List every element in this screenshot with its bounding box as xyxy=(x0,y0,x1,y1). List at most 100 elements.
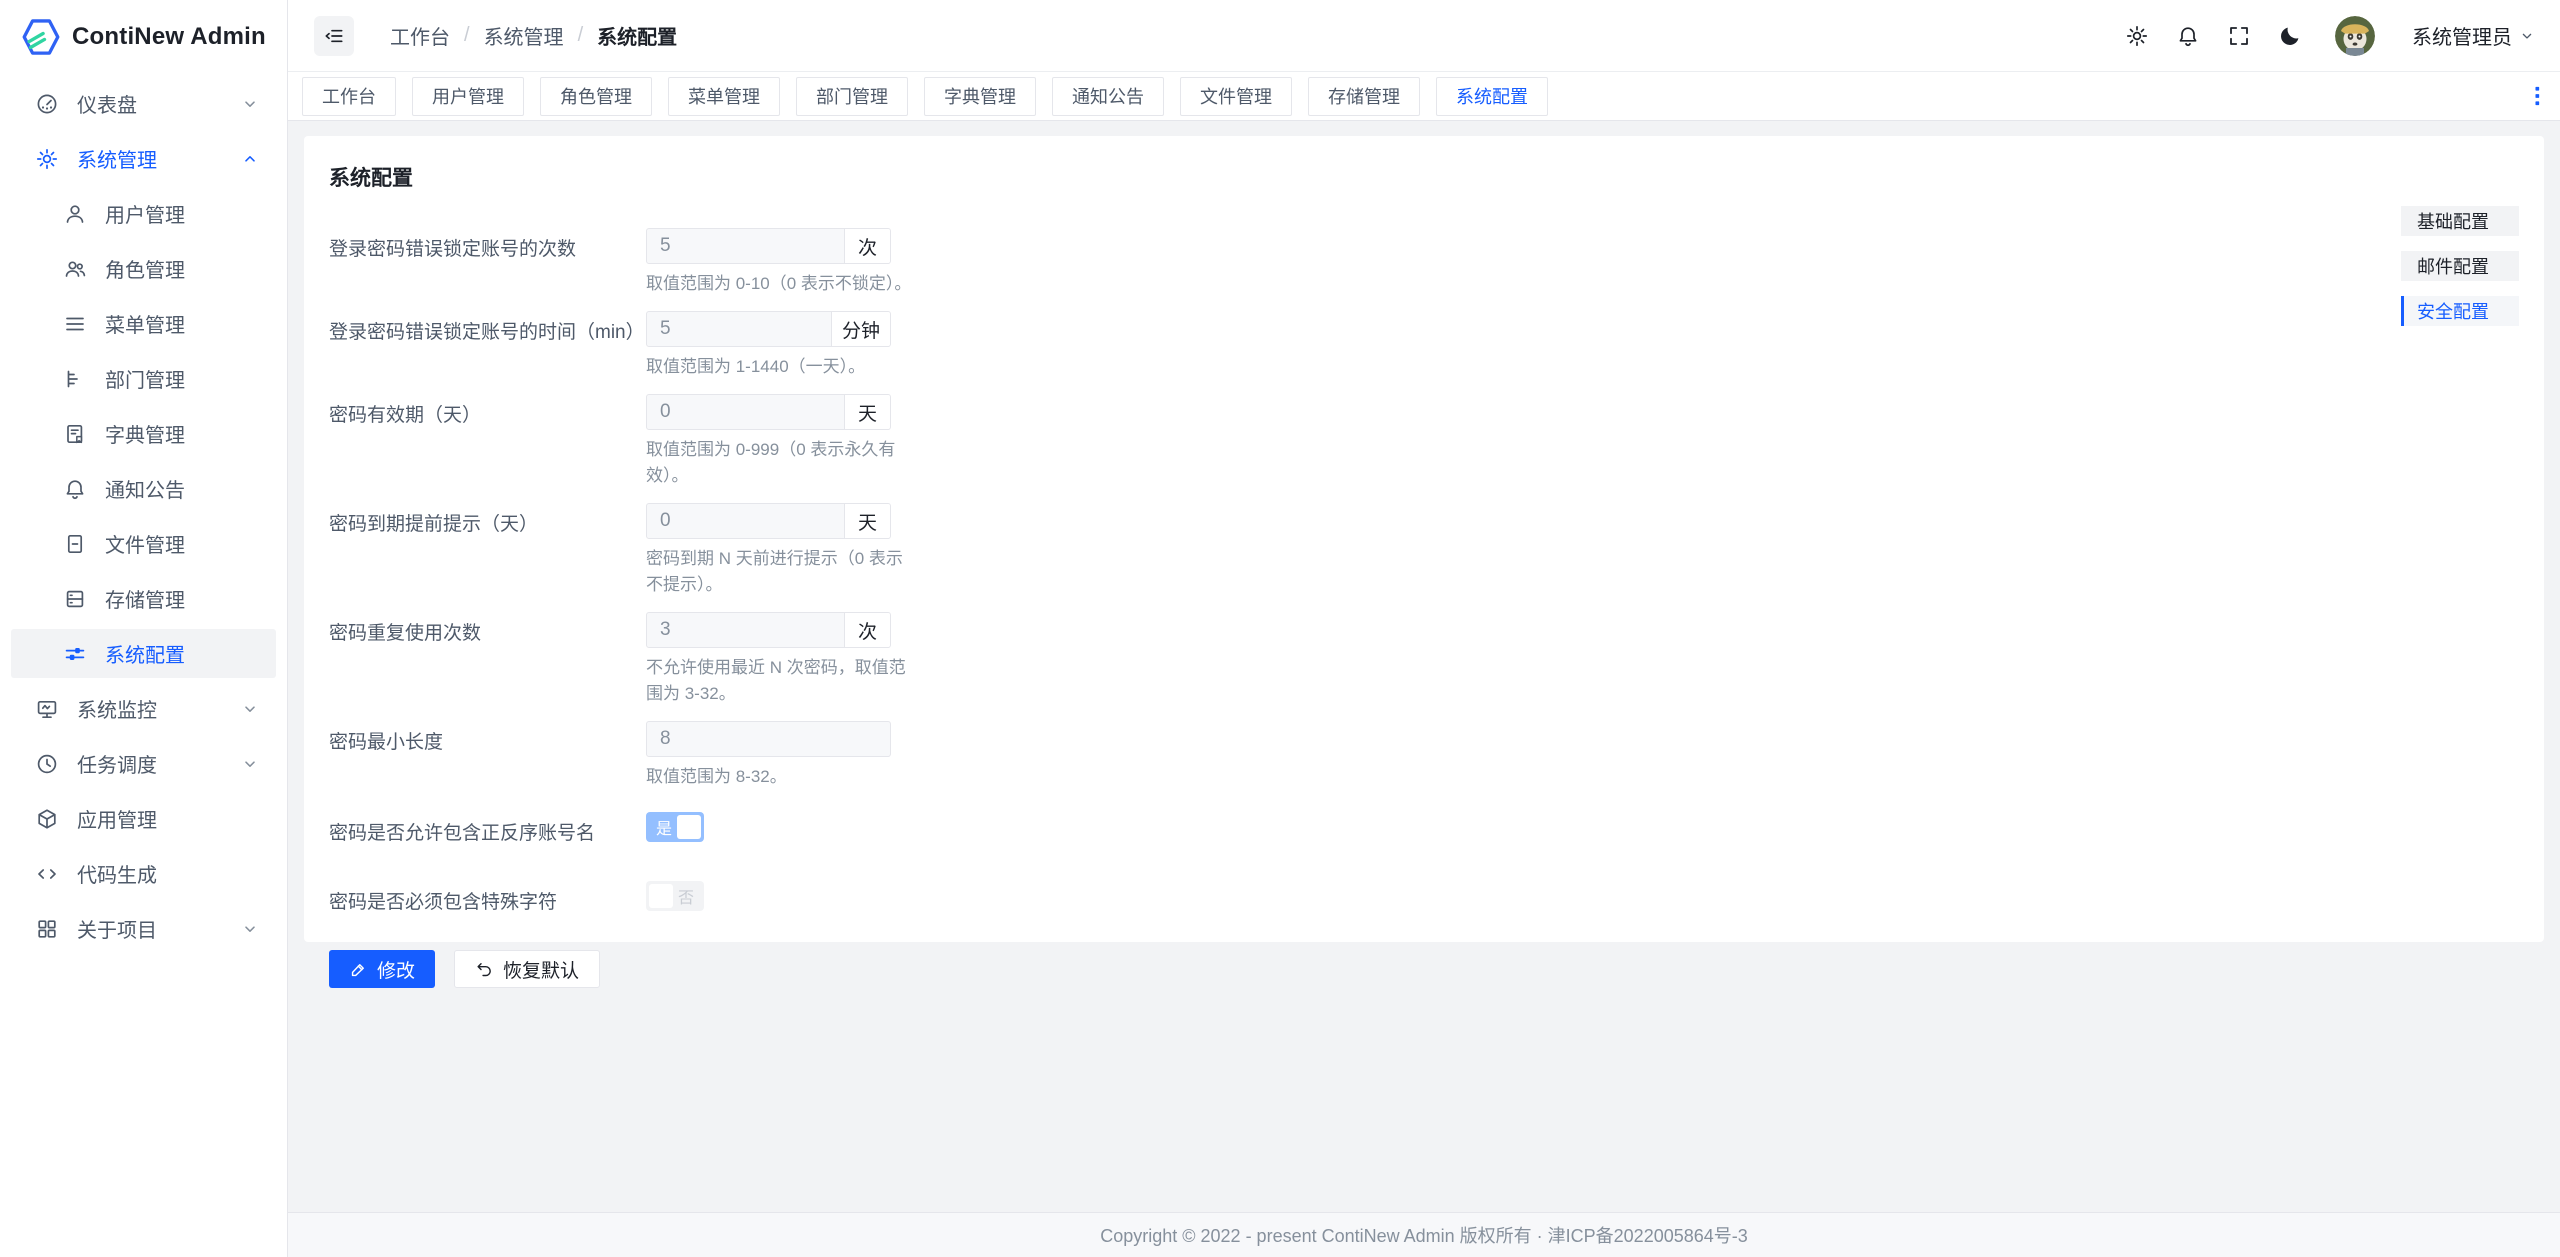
sidebar-item-system-management[interactable]: 系统管理 xyxy=(1,131,286,186)
logo[interactable]: ContiNew Admin xyxy=(0,0,287,74)
tab-label: 通知公告 xyxy=(1072,83,1144,109)
field-label: 密码到期提前提示（天） xyxy=(329,503,646,598)
chevron-down-icon xyxy=(2518,27,2536,45)
special-char-switch[interactable]: 否 xyxy=(646,881,704,911)
field-hint: 不允许使用最近 N 次密码，取值范围为 3-32。 xyxy=(646,655,912,707)
sidebar: ContiNew Admin 仪表盘 系统管理 用户管理 角色管理 菜单管理 部… xyxy=(0,0,288,1257)
avatar[interactable] xyxy=(2335,16,2375,56)
tab-notice[interactable]: 通知公告 xyxy=(1052,77,1164,116)
sidebar-item-job-schedule[interactable]: 任务调度 xyxy=(1,736,286,791)
tree-list-icon xyxy=(63,367,87,391)
form-row: 密码有效期（天） 0 天 取值范围为 0-999（0 表示永久有效）。 xyxy=(329,394,2519,489)
sidebar-item-code-generation[interactable]: 代码生成 xyxy=(1,846,286,901)
tab-label: 字典管理 xyxy=(944,83,1016,109)
sidebar-item-label: 系统管理 xyxy=(77,144,240,173)
sidebar-item-app-management[interactable]: 应用管理 xyxy=(1,791,286,846)
restore-default-button[interactable]: 恢复默认 xyxy=(454,950,600,988)
username: 系统管理员 xyxy=(2412,21,2512,50)
input-value: 8 xyxy=(647,722,890,756)
switch-label: 是 xyxy=(656,815,672,839)
field-hint: 取值范围为 1-1440（一天）。 xyxy=(646,354,912,380)
sidebar-item-storage-management[interactable]: 存储管理 xyxy=(1,571,286,626)
sidebar-item-label: 仪表盘 xyxy=(77,89,240,118)
sidebar-item-label: 部门管理 xyxy=(105,364,286,393)
user-menu[interactable]: 系统管理员 xyxy=(2412,21,2536,50)
form-actions: 修改 恢复默认 xyxy=(329,950,2519,988)
sidebar-item-file-management[interactable]: 文件管理 xyxy=(1,516,286,571)
anchor-basic-config[interactable]: 基础配置 xyxy=(2401,206,2519,236)
tab-bar: 工作台 用户管理 角色管理 菜单管理 部门管理 字典管理 通知公告 文件管理 存… xyxy=(288,72,2560,121)
footer: Copyright © 2022 - present ContiNew Admi… xyxy=(288,1212,2560,1257)
breadcrumb-separator: / xyxy=(464,24,470,47)
sidebar-item-role-management[interactable]: 角色管理 xyxy=(1,241,286,296)
tab-role-management[interactable]: 角色管理 xyxy=(540,77,652,116)
sidebar-item-user-management[interactable]: 用户管理 xyxy=(1,186,286,241)
sidebar-item-label: 任务调度 xyxy=(77,749,240,778)
anchor-mail-config[interactable]: 邮件配置 xyxy=(2401,251,2519,281)
breadcrumb-item-current: 系统配置 xyxy=(597,21,677,50)
expire-notice-input[interactable]: 0 天 xyxy=(646,503,891,539)
field-label: 密码重复使用次数 xyxy=(329,612,646,707)
input-unit: 分钟 xyxy=(831,312,890,346)
main-content: 系统配置 登录密码错误锁定账号的次数 5 次 取值范围为 0-10（0 表示不锁… xyxy=(288,122,2560,1212)
sidebar-item-dept-management[interactable]: 部门管理 xyxy=(1,351,286,406)
sidebar-item-label: 角色管理 xyxy=(105,254,286,283)
password-expire-input[interactable]: 0 天 xyxy=(646,394,891,430)
sidebar-item-label: 关于项目 xyxy=(77,914,240,943)
sidebar-item-menu-management[interactable]: 菜单管理 xyxy=(1,296,286,351)
field-hint: 取值范围为 0-999（0 表示永久有效）。 xyxy=(646,437,912,489)
chevron-down-icon xyxy=(240,699,260,719)
form-row: 登录密码错误锁定账号的时间（min） 5 分钟 取值范围为 1-1440（一天）… xyxy=(329,311,2519,380)
tab-user-management[interactable]: 用户管理 xyxy=(412,77,524,116)
more-vertical-icon[interactable] xyxy=(2524,83,2550,109)
modify-button[interactable]: 修改 xyxy=(329,950,435,988)
moon-icon[interactable] xyxy=(2278,24,2302,48)
field-label: 密码是否允许包含正反序账号名 xyxy=(329,812,646,845)
undo-icon xyxy=(475,960,494,979)
section-anchor-nav: 基础配置 邮件配置 安全配置 xyxy=(2401,206,2519,341)
sidebar-item-notice[interactable]: 通知公告 xyxy=(1,461,286,516)
input-value: 0 xyxy=(647,504,844,538)
field-hint: 取值范围为 8-32。 xyxy=(646,764,912,790)
switch-label: 否 xyxy=(678,884,694,908)
menu-fold-icon xyxy=(323,25,345,47)
tab-storage-management[interactable]: 存储管理 xyxy=(1308,77,1420,116)
min-length-input[interactable]: 8 xyxy=(646,721,891,757)
anchor-security-config[interactable]: 安全配置 xyxy=(2401,296,2519,326)
bell-icon[interactable] xyxy=(2176,24,2200,48)
collapse-sidebar-button[interactable] xyxy=(314,16,354,56)
tab-workbench[interactable]: 工作台 xyxy=(302,77,396,116)
breadcrumb-separator: / xyxy=(578,24,584,47)
field-label: 登录密码错误锁定账号的次数 xyxy=(329,228,646,297)
sidebar-item-label: 存储管理 xyxy=(105,584,286,613)
top-header: 工作台 / 系统管理 / 系统配置 xyxy=(288,0,2560,72)
chevron-down-icon xyxy=(240,754,260,774)
input-value: 3 xyxy=(647,613,844,647)
clock-icon xyxy=(35,752,59,776)
allow-username-switch[interactable]: 是 xyxy=(646,812,704,842)
password-reuse-input[interactable]: 3 次 xyxy=(646,612,891,648)
field-label: 登录密码错误锁定账号的时间（min） xyxy=(329,311,646,380)
code-icon xyxy=(35,862,59,886)
sidebar-item-system-config[interactable]: 系统配置 xyxy=(1,626,286,681)
lock-time-input[interactable]: 5 分钟 xyxy=(646,311,891,347)
tab-dict-management[interactable]: 字典管理 xyxy=(924,77,1036,116)
tab-menu-management[interactable]: 菜单管理 xyxy=(668,77,780,116)
fullscreen-icon[interactable] xyxy=(2227,24,2251,48)
sidebar-item-dict-management[interactable]: 字典管理 xyxy=(1,406,286,461)
breadcrumb-item[interactable]: 系统管理 xyxy=(484,21,564,50)
sidebar-item-about-project[interactable]: 关于项目 xyxy=(1,901,286,956)
breadcrumb-item[interactable]: 工作台 xyxy=(390,21,450,50)
form-row: 密码是否允许包含正反序账号名 是 xyxy=(329,812,2519,845)
tab-file-management[interactable]: 文件管理 xyxy=(1180,77,1292,116)
tab-dept-management[interactable]: 部门管理 xyxy=(796,77,908,116)
sidebar-item-dashboard[interactable]: 仪表盘 xyxy=(1,76,286,131)
settings-icon[interactable] xyxy=(2125,24,2149,48)
form-row: 登录密码错误锁定账号的次数 5 次 取值范围为 0-10（0 表示不锁定）。 xyxy=(329,228,2519,297)
app-title: ContiNew Admin xyxy=(72,23,266,51)
lock-count-input[interactable]: 5 次 xyxy=(646,228,891,264)
dashboard-icon xyxy=(35,92,59,116)
sidebar-item-system-monitor[interactable]: 系统监控 xyxy=(1,681,286,736)
header-actions: 系统管理员 xyxy=(2125,16,2560,56)
tab-system-config[interactable]: 系统配置 xyxy=(1436,77,1548,116)
